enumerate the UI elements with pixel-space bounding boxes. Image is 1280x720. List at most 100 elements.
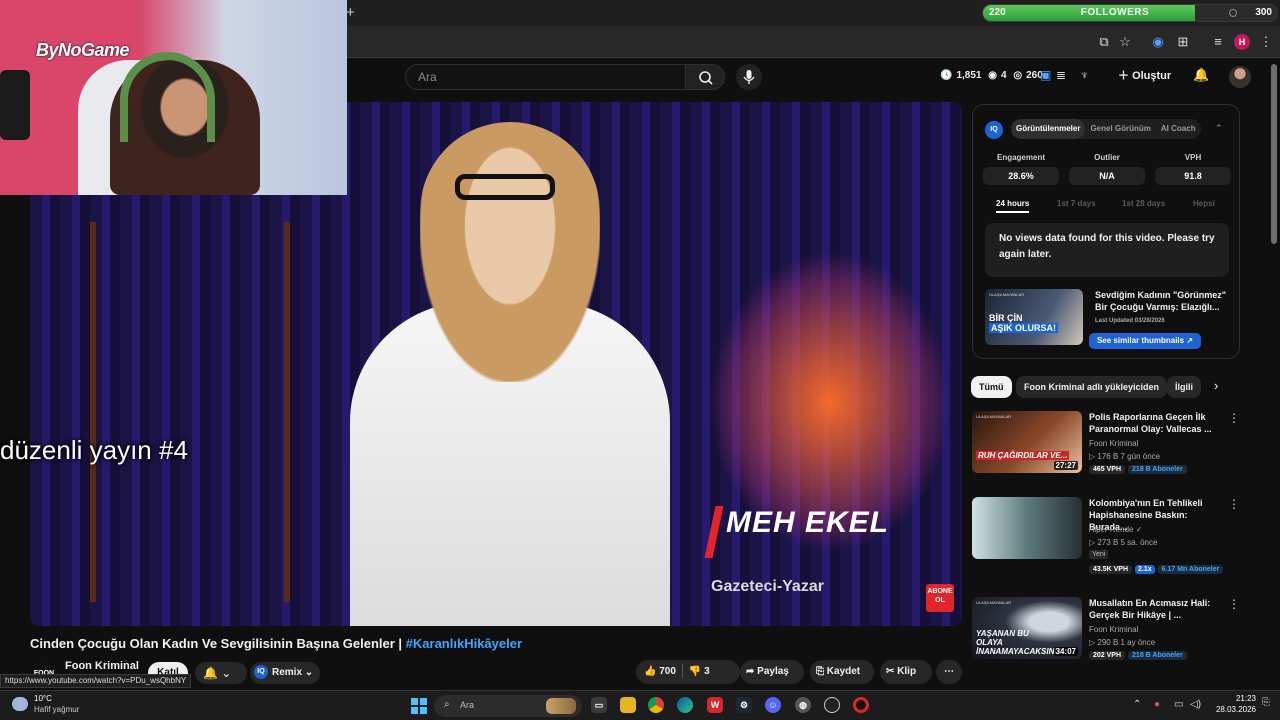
cloud-rain-icon[interactable] <box>12 697 28 711</box>
metric-engagement-label: Engagement <box>996 153 1045 162</box>
speaker-icon[interactable]: ◁) <box>1190 699 1201 710</box>
puzzle-icon[interactable]: ⊞ <box>1175 34 1191 50</box>
clock-time[interactable]: 21:23 <box>1226 694 1256 703</box>
tab-ai-coach[interactable]: AI Coach <box>1156 119 1201 139</box>
metric-engagement-value: 28.6% <box>983 167 1059 185</box>
reading-list-icon[interactable]: ≡ <box>1210 34 1226 50</box>
recommendation-title[interactable]: Polis Raporlarına Geçen İlk Paranormal O… <box>1089 411 1219 435</box>
tab-views[interactable]: Görüntülenmeler <box>1011 119 1086 139</box>
iq-extension-icon[interactable]: ▣ <box>1040 68 1051 82</box>
task-view-icon[interactable]: ▭ <box>591 697 607 713</box>
notifications-icon[interactable]: ⎘ <box>1262 697 1270 708</box>
recommendation-item[interactable]: ULAŞILMAYANLAR YAŞANAN BU OLAYA İNANAMAY… <box>972 597 1240 667</box>
search-input[interactable]: Ara <box>405 64 685 90</box>
discord-icon[interactable]: ☺ <box>765 697 781 713</box>
range-all[interactable]: Hepsi <box>1193 199 1215 208</box>
collapse-chevron-icon[interactable]: ⌃ <box>1215 123 1223 134</box>
more-icon[interactable]: ⋮ <box>1228 497 1240 511</box>
profile-icon[interactable]: H <box>1234 34 1250 50</box>
similar-title[interactable]: Sevdiğim Kadının "Görünmez" Bir Çocuğu V… <box>1095 289 1235 313</box>
network-icon[interactable]: ▭ <box>1174 699 1183 710</box>
no-data-message: No views data found for this video. Plea… <box>985 223 1229 277</box>
nametag-name: MEH EKEL <box>726 506 890 539</box>
taskbar-search[interactable]: ⌕ Ara <box>434 695 582 717</box>
more-icon[interactable]: ⋮ <box>1228 411 1240 425</box>
recommendation-thumbnail[interactable]: ULAŞILMAYANLAR YAŞANAN BU OLAYA İNANAMAY… <box>972 597 1082 659</box>
wps-icon[interactable]: W <box>707 697 723 713</box>
clock-date[interactable]: 28.03.2026 <box>1206 705 1256 714</box>
cast-icon[interactable]: ⧉ <box>1096 34 1112 50</box>
nametag-role: Gazeteci-Yazar <box>711 578 824 595</box>
recommendation-channel[interactable]: Foon Kriminal <box>1089 625 1138 634</box>
range-24h[interactable]: 24 hours <box>996 199 1030 213</box>
recommendation-item[interactable]: ULAŞILMAYANLAR RUH ÇAĞIRDILAR VE... 27:2… <box>972 411 1240 481</box>
microphone-icon[interactable]: ● <box>1154 699 1160 710</box>
more-actions-button[interactable]: ⋯ <box>936 660 962 684</box>
chip-all[interactable]: Tümü <box>971 376 1012 398</box>
notifications-bell-icon[interactable]: 🔔 <box>1193 67 1209 83</box>
weather-description[interactable]: Hafif yağmur <box>34 705 79 714</box>
search-highlight-image <box>546 698 576 714</box>
dislike-button[interactable]: 👎 3 <box>689 666 710 677</box>
trophy-icon[interactable]: ♆ <box>1080 68 1089 82</box>
recommendation-title[interactable]: Musallatın En Acımasız Hali: Gerçek Bir … <box>1089 597 1219 621</box>
recommendation-thumbnail[interactable]: ULAŞILMAYANLAR RUH ÇAĞIRDILAR VE... 27:2… <box>972 411 1082 473</box>
create-button[interactable]: ＋ Oluştur <box>1118 67 1171 83</box>
recommendation-item[interactable]: Kolombiya'nın En Tehlikeli Hapishanesine… <box>972 497 1240 574</box>
vph-badge: 202 VPH <box>1089 651 1126 660</box>
metric-outlier-label: Outlier <box>1094 153 1120 162</box>
star-icon[interactable]: ☆ <box>1117 34 1133 50</box>
app-icon[interactable]: ◍ <box>795 697 811 713</box>
list-icon[interactable]: ≣ <box>1056 68 1066 82</box>
eye-icon: ◉ <box>988 70 997 81</box>
similar-thumbnail[interactable]: ULAŞILMAYANLAR BİR ÇİN AŞIK OLURSA! <box>985 289 1083 345</box>
opera-icon[interactable] <box>853 697 869 713</box>
recommendation-channel[interactable]: Foon Kriminal <box>1089 439 1138 448</box>
folder-icon[interactable] <box>620 697 636 713</box>
microphone-icon <box>743 70 755 84</box>
subscribe-watermark[interactable]: ABONE OL <box>926 584 954 612</box>
obs-icon[interactable] <box>824 697 840 713</box>
save-button[interactable]: ⎘ Kaydet <box>810 660 874 684</box>
extension-blue-icon[interactable]: ◉ <box>1150 34 1166 50</box>
chrome-icon[interactable] <box>648 697 664 713</box>
multiplier-badge: 2.1x <box>1135 565 1155 574</box>
status-bar-url: https://www.youtube.com/watch?v=PDu_wsQh… <box>0 674 192 688</box>
range-7d[interactable]: 1st 7 days <box>1057 199 1096 208</box>
chip-related[interactable]: İlgili <box>1167 376 1201 398</box>
new-tab-button[interactable]: + <box>346 4 355 21</box>
menu-icon[interactable]: ⋮ <box>1258 34 1274 50</box>
windows-taskbar: 10°C Hafif yağmur ⌕ Ara ▭ W ⚙ ☺ ◍ ⌃ ● ▭ … <box>0 690 1280 720</box>
recommendation-thumbnail[interactable] <box>972 497 1082 559</box>
share-button[interactable]: ➦ Paylaş <box>740 660 804 684</box>
see-similar-thumbnails-button[interactable]: See similar thumbnails ↗ <box>1089 333 1201 349</box>
tab-overview[interactable]: Genel Görünüm <box>1085 119 1155 139</box>
page-scrollbar[interactable] <box>1271 60 1277 690</box>
steam-icon[interactable]: ⚙ <box>736 697 752 713</box>
recommendation-channel[interactable]: Alper Rende ✓ <box>1089 525 1142 534</box>
windows-start-icon[interactable] <box>411 698 427 714</box>
remix-button[interactable]: IQ Remix ⌄ <box>250 662 320 684</box>
subscription-bell-button[interactable]: 🔔 ⌄ <box>195 662 247 684</box>
followers-goal-widget: 220 FOLLOWERS 300 <box>982 4 1278 22</box>
search-placeholder: Ara <box>418 70 437 84</box>
search-button[interactable] <box>685 64 725 90</box>
more-icon[interactable]: ⋮ <box>1228 597 1240 611</box>
chevron-up-icon[interactable]: ⌃ <box>1133 699 1141 710</box>
nametag-accent <box>704 506 724 558</box>
chevron-right-icon[interactable]: › <box>1214 378 1218 393</box>
range-28d[interactable]: 1st 28 days <box>1122 199 1165 208</box>
weather-temperature[interactable]: 10°C <box>34 694 52 703</box>
scrollbar-thumb[interactable] <box>1271 64 1277 244</box>
clip-button[interactable]: ✂ Klip <box>880 660 932 684</box>
divider <box>681 664 683 679</box>
video-hashtag-link[interactable]: #KaranlıkHikâyeler <box>406 636 522 651</box>
channel-name[interactable]: Foon Kriminal <box>65 660 139 672</box>
recommendation-badges: 202 VPH 218 B Aboneler <box>1089 651 1187 660</box>
recommendation-meta: ▷ 290 B 1 ay önce <box>1089 638 1156 647</box>
chip-from-uploader[interactable]: Foon Kriminal adlı yükleyiciden <box>1016 376 1168 398</box>
like-button[interactable]: 👍 700 <box>644 666 676 677</box>
edge-icon[interactable] <box>677 697 693 713</box>
account-avatar[interactable] <box>1229 66 1251 88</box>
voice-search-button[interactable] <box>736 64 762 90</box>
